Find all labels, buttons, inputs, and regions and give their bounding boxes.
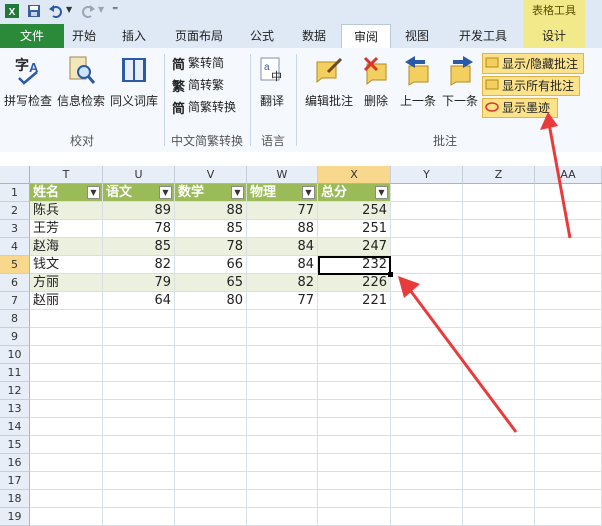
annotation-arrowhead-cell — [398, 276, 420, 298]
annotation-arrow-ribbon — [546, 117, 572, 239]
annotation-arrowhead-ribbon — [540, 112, 558, 130]
annotation-arrows — [398, 112, 572, 433]
annotation-arrow-cell — [402, 281, 518, 433]
